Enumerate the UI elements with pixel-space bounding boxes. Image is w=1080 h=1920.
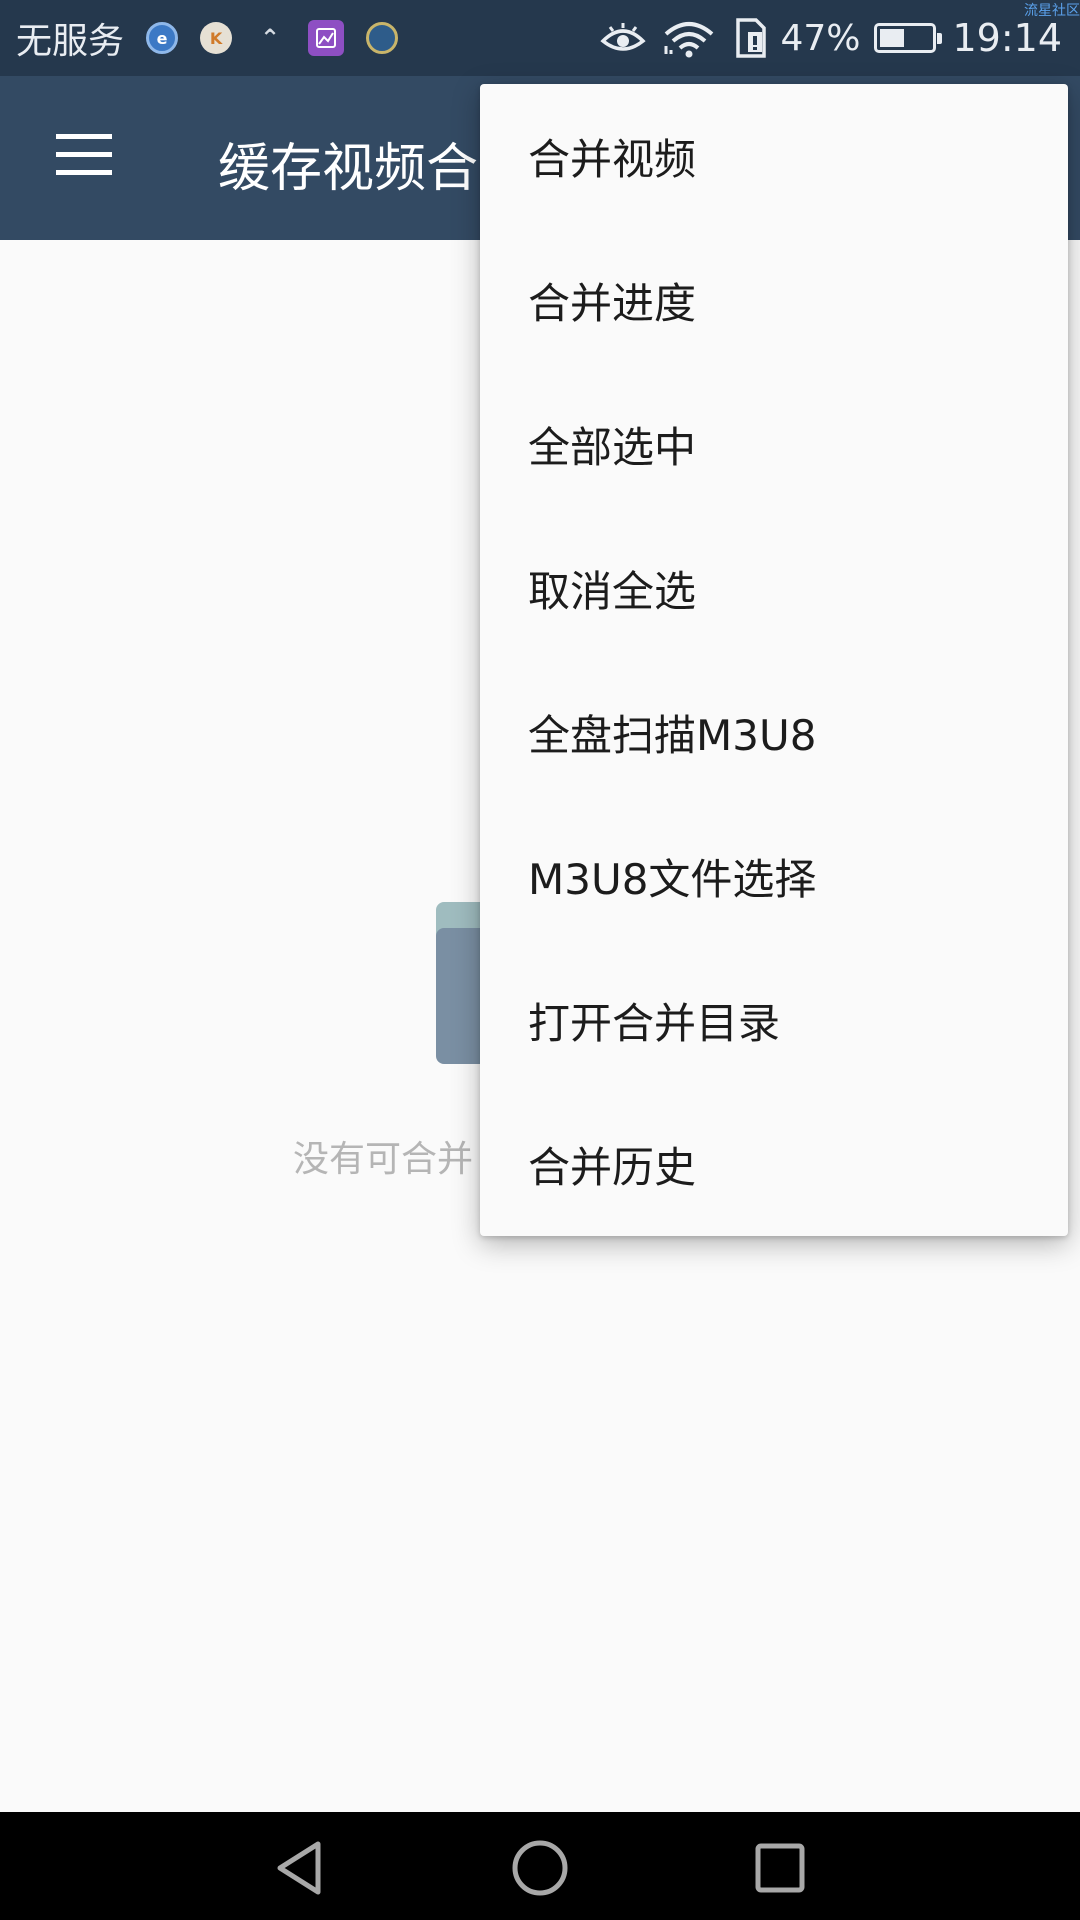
- back-icon[interactable]: [270, 1838, 330, 1898]
- clock: 19:14: [952, 16, 1062, 60]
- gallery-icon: [308, 20, 345, 56]
- menu-item-merge-progress[interactable]: 合并进度: [480, 228, 1068, 372]
- hamburger-line: [56, 134, 112, 139]
- menu-item-choose-m3u8-file[interactable]: M3U8文件选择: [480, 804, 1068, 948]
- status-bar-right: 47% 19:14: [584, 0, 1062, 76]
- menu-item-scan-m3u8[interactable]: 全盘扫描M3U8: [480, 660, 1068, 804]
- status-bar: 无服务 e K ⌃ 47% 19:14 流星社区: [0, 0, 1080, 76]
- status-bar-left: 无服务 e K ⌃: [16, 0, 420, 76]
- battery-icon: [874, 23, 943, 53]
- menu-item-merge-history[interactable]: 合并历史: [480, 1092, 1068, 1236]
- home-icon[interactable]: [510, 1838, 570, 1898]
- overflow-menu: 合并视频 合并进度 全部选中 取消全选 全盘扫描M3U8 M3U8文件选择 打开…: [480, 84, 1068, 1236]
- system-nav-bar: [0, 1812, 1080, 1920]
- browser-icon: e: [146, 22, 179, 54]
- eye-icon: [600, 21, 647, 55]
- carrier-label: 无服务: [16, 21, 125, 62]
- page-title: 缓存视频合: [218, 139, 479, 199]
- battery-percent: 47%: [780, 17, 861, 59]
- battery-fill: [880, 29, 905, 47]
- menu-item-deselect-all[interactable]: 取消全选: [480, 516, 1068, 660]
- upload-icon: ⌃: [259, 24, 281, 52]
- hamburger-line: [56, 152, 112, 157]
- k-app-icon: K: [200, 22, 233, 54]
- wifi-icon: [662, 18, 716, 58]
- sim-card-icon: [732, 18, 770, 58]
- menu-item-merge-video[interactable]: 合并视频: [480, 84, 1068, 228]
- menu-item-open-merge-folder[interactable]: 打开合并目录: [480, 948, 1068, 1092]
- recent-apps-icon[interactable]: [750, 1838, 810, 1898]
- globe-app-icon: [366, 22, 399, 54]
- watermark: 流星社区: [1024, 3, 1080, 19]
- menu-item-select-all[interactable]: 全部选中: [480, 372, 1068, 516]
- menu-hamburger-icon[interactable]: [56, 134, 112, 176]
- empty-state-message: 没有可合并: [293, 1139, 474, 1180]
- hamburger-line: [56, 170, 112, 175]
